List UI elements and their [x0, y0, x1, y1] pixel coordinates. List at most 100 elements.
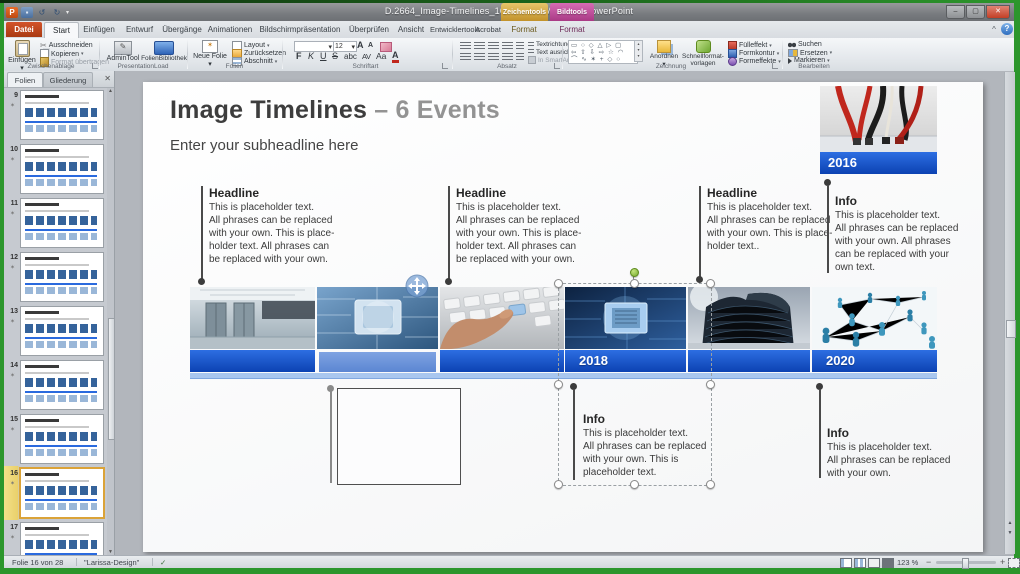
event-photo-6-people-network[interactable]: [812, 287, 937, 349]
info-block-bottom-right[interactable]: Info This is placeholder text. All phras…: [827, 426, 967, 480]
panel-close-icon[interactable]: ✕: [104, 74, 111, 83]
decrease-indent-icon[interactable]: [488, 42, 499, 50]
slide-thumbnail-11[interactable]: 11 ✶: [4, 196, 107, 250]
tab-uebergaenge[interactable]: Übergänge: [160, 22, 204, 37]
connector-line[interactable]: [330, 391, 332, 483]
event-bar-2-dragging[interactable]: [319, 352, 436, 372]
tab-folien[interactable]: Folien: [7, 72, 43, 87]
headline-block-2[interactable]: Headline This is placeholder text. All p…: [456, 186, 608, 266]
fit-to-window-icon[interactable]: [1008, 558, 1020, 568]
tab-ansicht[interactable]: Ansicht: [394, 22, 428, 37]
slide-canvas[interactable]: Image Timelines – 6 Events Enter your su…: [143, 82, 983, 552]
next-slide-icon[interactable]: ▼: [1005, 530, 1015, 536]
tab-animationen[interactable]: Animationen: [206, 22, 254, 37]
shapes-gallery[interactable]: ▭ ○ ◇ △ ▷ ▢ ⇦ ⇧ ⇩ ⇨ ☆ ◠ ⌒ ∿ ✶ + ◇ ○: [568, 40, 638, 64]
slide-subheadline[interactable]: Enter your subheadline here: [170, 137, 358, 154]
tab-entwurf[interactable]: Entwurf: [121, 22, 158, 37]
selection-handle-ne[interactable]: [706, 279, 715, 288]
info-block-bottom-middle[interactable]: Info This is placeholder text. All phras…: [583, 412, 723, 479]
event-bar-3[interactable]: [440, 350, 564, 372]
selection-handle-s[interactable]: [630, 480, 639, 489]
tab-start[interactable]: Start: [44, 22, 79, 38]
align-left-icon[interactable]: [460, 53, 471, 61]
event-photo-3-keyboard-hand[interactable]: [440, 287, 564, 349]
help-icon[interactable]: ?: [1001, 23, 1013, 35]
minimize-ribbon-icon[interactable]: ^: [988, 23, 1000, 36]
strikethrough-button[interactable]: S: [332, 51, 338, 61]
slide-thumbnail-14[interactable]: 14 ✶: [4, 358, 107, 412]
bold-button[interactable]: F: [296, 51, 302, 61]
connector-line[interactable]: [573, 389, 575, 480]
normal-view-icon[interactable]: [840, 558, 852, 568]
replace-button[interactable]: Ersetzen ▾: [788, 49, 832, 57]
reading-view-icon[interactable]: [868, 558, 880, 568]
align-right-icon[interactable]: [488, 53, 499, 61]
align-center-icon[interactable]: [474, 53, 485, 61]
zoom-slider-thumb[interactable]: [962, 558, 969, 569]
slideshow-view-icon[interactable]: [882, 558, 894, 568]
selection-handle-se[interactable]: [706, 480, 715, 489]
tab-datei[interactable]: Datei: [6, 22, 42, 37]
change-case-button[interactable]: Aa: [376, 51, 386, 61]
clipboard-dialog-launcher[interactable]: [92, 63, 98, 69]
selection-handle-w[interactable]: [554, 380, 563, 389]
font-dialog-launcher[interactable]: [442, 63, 448, 69]
connector-line[interactable]: [819, 389, 821, 478]
event-bar-2016[interactable]: 2016: [820, 152, 937, 174]
shapes-scroll[interactable]: ▴▾▾: [634, 40, 643, 62]
drawing-dialog-launcher[interactable]: [772, 63, 778, 69]
context-tab-picture-tools[interactable]: Bildtools: [550, 3, 594, 21]
selection-handle-sw[interactable]: [554, 480, 563, 489]
selection-handle-nw[interactable]: [554, 279, 563, 288]
tab-gliederung[interactable]: Gliederung: [43, 72, 93, 87]
slide-title[interactable]: Image Timelines – 6 Events: [170, 96, 500, 125]
rotate-handle[interactable]: [630, 268, 639, 277]
character-spacing-button[interactable]: AV: [362, 52, 370, 61]
grow-font-button[interactable]: A: [357, 40, 364, 50]
tab-entwicklertools[interactable]: Entwicklertools: [430, 22, 474, 37]
maximize-button[interactable]: ▢: [966, 5, 985, 19]
event-bar-1[interactable]: [190, 350, 315, 372]
tab-acrobat[interactable]: Acrobat: [475, 22, 501, 37]
slide-thumbnail-15[interactable]: 15 ✶: [4, 412, 107, 466]
slide-thumbnail-9[interactable]: 9 ✶: [4, 88, 107, 142]
connector-line[interactable]: [201, 186, 203, 282]
underline-button[interactable]: U: [320, 51, 327, 61]
tab-einfuegen[interactable]: Einfügen: [79, 22, 119, 37]
shrink-font-button[interactable]: A: [368, 42, 373, 49]
numbering-icon[interactable]: [474, 42, 485, 50]
close-button[interactable]: ✕: [986, 5, 1010, 19]
paragraph-dialog-launcher[interactable]: [554, 63, 560, 69]
tab-ueberpruefen[interactable]: Überprüfen: [346, 22, 392, 37]
headline-block-1[interactable]: Headline This is placeholder text. All p…: [209, 186, 361, 266]
event-photo-1-lobby[interactable]: [190, 287, 315, 349]
slide-thumbnail-10[interactable]: 10 ✶: [4, 142, 107, 196]
justify-icon[interactable]: [502, 53, 513, 61]
font-color-button[interactable]: A: [392, 51, 399, 63]
tab-format-picture[interactable]: Format: [551, 22, 593, 37]
context-tab-drawing-tools[interactable]: Zeichentools: [501, 3, 548, 21]
spellcheck-icon[interactable]: ✓: [160, 558, 166, 567]
connector-line[interactable]: [699, 186, 701, 280]
editor-scroll-thumb[interactable]: [1006, 320, 1016, 338]
connector-line[interactable]: [827, 185, 829, 273]
minimize-button[interactable]: –: [946, 5, 965, 19]
info-block-top-right[interactable]: Info This is placeholder text. All phras…: [835, 194, 970, 274]
editor-scrollbar[interactable]: ▲ ▼: [1004, 72, 1015, 554]
slide-thumbnail-16-selected[interactable]: 16 ✶: [4, 466, 107, 520]
increase-indent-icon[interactable]: [502, 42, 513, 50]
event-bar-6[interactable]: 2020: [812, 350, 937, 372]
folienbibliothek-button[interactable]: FolienBibliothek: [142, 41, 186, 62]
zoom-out-icon[interactable]: −: [926, 557, 931, 567]
columns-icon[interactable]: [516, 53, 524, 61]
text-shadow-button[interactable]: abc: [344, 52, 357, 61]
slide-thumbnail-12[interactable]: 12 ✶: [4, 250, 107, 304]
slide-thumbnail-17[interactable]: 17 ✶: [4, 520, 107, 555]
sidebar-scrollbar[interactable]: ▲ ▼: [107, 88, 114, 555]
find-button[interactable]: Suchen: [788, 41, 822, 48]
connector-line[interactable]: [448, 186, 450, 282]
scroll-up-icon[interactable]: ▲: [107, 88, 114, 94]
line-spacing-icon[interactable]: [516, 42, 524, 50]
tab-format-drawing[interactable]: Format: [503, 22, 545, 37]
event-photo-2016-cables[interactable]: [820, 86, 937, 152]
